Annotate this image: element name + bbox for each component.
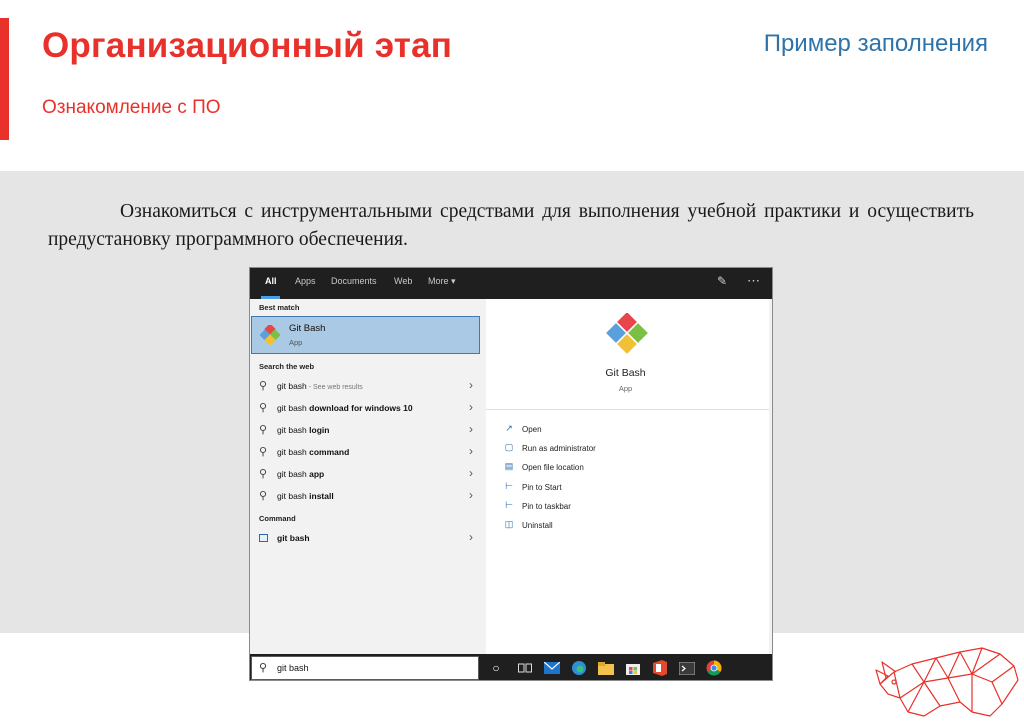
best-match-title: Git Bash [289, 323, 326, 334]
chevron-right-icon: › [469, 466, 473, 480]
accent-bar [0, 18, 9, 140]
tab-all[interactable]: All [265, 276, 277, 286]
search-icon: ⚲ [259, 424, 268, 436]
windows-search-window: All Apps Documents Web More ▾ ✎ ⋯ Best m… [249, 267, 773, 681]
action-pin-to-start[interactable]: ⊢ Pin to Start [503, 480, 753, 498]
rhino-logo [875, 647, 1019, 717]
web-result-item[interactable]: ⚲ git bash app › [250, 464, 485, 484]
pin-icon: ⊢ [505, 500, 513, 510]
web-result-prefix: git bash [277, 447, 310, 457]
web-result-item[interactable]: ⚲ git bash install › [250, 486, 485, 506]
action-label: Uninstall [522, 521, 553, 530]
command-result-label: git bash [277, 533, 310, 543]
best-match-item[interactable]: Git Bash App [251, 316, 480, 354]
open-icon: ↗ [505, 423, 513, 433]
search-icon: ⚲ [259, 490, 268, 502]
edge-icon[interactable] [569, 658, 589, 678]
chevron-right-icon: › [469, 400, 473, 414]
best-match-subtitle: App [289, 338, 303, 347]
web-result-item[interactable]: ⚲ git bash download for windows 10 › [250, 398, 485, 418]
search-tabs-bar: All Apps Documents Web More ▾ ✎ ⋯ [250, 268, 772, 299]
preview-divider [486, 409, 769, 410]
action-open-file-location[interactable]: ▤ Open file location [503, 460, 753, 478]
preview-title: Git Bash [605, 367, 646, 379]
more-options-icon[interactable]: ⋯ [747, 273, 760, 289]
feedback-icon[interactable]: ✎ [717, 274, 727, 288]
web-result-bold: command [309, 447, 350, 457]
tab-web[interactable]: Web [394, 276, 412, 286]
web-result-prefix: git bash [277, 403, 310, 413]
preview-subtitle: App [618, 384, 633, 393]
command-prompt-icon [259, 534, 268, 542]
office-icon[interactable] [650, 658, 670, 678]
section-search-web: Search the web [259, 362, 315, 371]
task-text: Ознакомиться с инструментальными средств… [48, 201, 974, 250]
search-input[interactable]: ⚲ git bash [251, 656, 479, 680]
shield-icon: ▢ [504, 442, 514, 452]
action-uninstall[interactable]: ◫ Uninstall [503, 518, 753, 536]
search-query: git bash [277, 663, 309, 673]
tab-apps[interactable]: Apps [295, 276, 316, 286]
section-best-match: Best match [259, 303, 300, 312]
search-icon: ⚲ [259, 468, 268, 480]
command-result-item[interactable]: git bash › [250, 528, 485, 548]
action-label: Open [522, 425, 542, 434]
chevron-right-icon: › [469, 488, 473, 502]
search-icon: ⚲ [259, 402, 268, 414]
chrome-icon[interactable] [704, 658, 724, 678]
preview-pane: Git Bash App ↗ Open ▢ Run as administrat… [486, 299, 769, 654]
tab-more[interactable]: More ▾ [428, 276, 456, 287]
web-result-prefix: git bash [277, 381, 307, 391]
taskbar: ⚲ git bash ○ [250, 654, 772, 680]
action-label: Pin to Start [522, 483, 562, 492]
section-command: Command [259, 514, 296, 523]
slide-title: Организационный этап [42, 26, 453, 65]
search-icon: ⚲ [259, 380, 268, 392]
action-run-as-admin[interactable]: ▢ Run as administrator [503, 441, 753, 459]
trash-icon: ◫ [504, 519, 514, 529]
web-result-prefix: git bash [277, 491, 310, 501]
action-label: Open file location [522, 463, 584, 472]
cortana-icon[interactable]: ○ [486, 658, 506, 678]
web-result-bold: install [309, 491, 334, 501]
store-icon[interactable] [623, 658, 643, 678]
web-result-item[interactable]: ⚲ git bash command › [250, 442, 485, 462]
chevron-right-icon: › [469, 378, 473, 392]
web-result-item[interactable]: ⚲ git bash - See web results › [250, 376, 485, 396]
action-label: Run as administrator [522, 444, 596, 453]
mail-icon[interactable] [542, 658, 562, 678]
web-result-hint: - See web results [306, 384, 363, 391]
chevron-right-icon: › [469, 444, 473, 458]
web-result-bold: app [309, 469, 325, 479]
search-icon: ⚲ [259, 662, 268, 674]
file-explorer-icon[interactable] [596, 658, 616, 678]
chevron-right-icon: › [469, 422, 473, 436]
web-result-item[interactable]: ⚲ git bash login › [250, 420, 485, 440]
chevron-right-icon: › [469, 530, 473, 544]
slide-subtitle: Ознакомление с ПО [42, 97, 221, 118]
tab-documents[interactable]: Documents [331, 276, 377, 286]
results-pane: Best match Git Bash App Search the web ⚲… [250, 299, 485, 654]
git-bash-logo-icon [606, 313, 648, 354]
file-icon: ▤ [504, 461, 514, 471]
action-open[interactable]: ↗ Open [503, 422, 753, 440]
search-icon: ⚲ [259, 446, 268, 458]
example-label: Пример заполнения [763, 30, 988, 57]
action-pin-to-taskbar[interactable]: ⊢ Pin to taskbar [503, 499, 753, 517]
task-view-icon[interactable] [515, 658, 535, 678]
terminal-icon[interactable] [677, 658, 697, 678]
pin-icon: ⊢ [505, 481, 513, 491]
web-result-bold: login [309, 425, 330, 435]
web-result-bold: download for windows 10 [309, 403, 413, 413]
git-bash-icon [260, 325, 280, 345]
web-result-prefix: git bash [277, 469, 310, 479]
web-result-prefix: git bash [277, 425, 310, 435]
action-label: Pin to taskbar [522, 502, 571, 511]
